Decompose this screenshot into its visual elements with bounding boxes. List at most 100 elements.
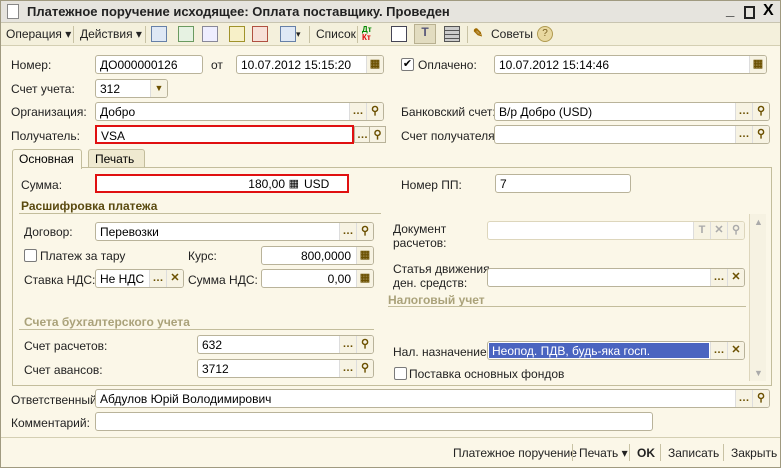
tips-icon[interactable]: ✎ [473,26,489,42]
print-menu[interactable]: Печать ▾ [579,446,628,460]
scroll-up-icon[interactable]: ▲ [754,217,763,227]
advance-input[interactable]: 3712… ⚲ [197,359,374,378]
cash-flow-label: Статья движения ден. средств: [393,262,490,290]
table-icon[interactable] [444,26,460,42]
vat-sum-input[interactable]: 0,00 ▦ [261,269,374,288]
settle-input[interactable]: 632… ⚲ [197,335,374,354]
calendar-icon[interactable]: ▦ [366,56,383,73]
bank-label: Банковский счет: [401,105,496,119]
recipient-label: Получатель: [11,129,80,143]
search-icon[interactable]: ⚲ [366,103,383,120]
pp-input[interactable]: 7 [495,174,631,193]
tips-button[interactable]: Советы [491,27,533,41]
payment-order-button[interactable]: Платежное поручение [453,446,577,460]
select-button[interactable]: … [710,269,727,286]
select-button[interactable]: … [149,270,166,287]
actions-menu[interactable]: Действия ▾ [80,27,142,41]
tare-checkbox[interactable] [24,249,37,262]
from-label: от [211,58,223,72]
account-select[interactable]: 312 ▼ [95,79,168,98]
sum-label: Сумма: [21,178,63,192]
tax-purpose-input[interactable]: Неопод. ПДВ, будь-яка госп.… ✕ [487,341,745,360]
responsible-input[interactable]: Абдулов Юрій Володимирович… ⚲ [95,389,770,408]
search-icon[interactable]: ⚲ [727,222,744,239]
ok-button[interactable]: OK [637,446,655,460]
based-on-icon[interactable] [280,26,296,42]
vertical-scrollbar[interactable]: ▲ ▼ [749,214,766,381]
toolbar: Операция ▾ Действия ▾ ▾ Список Дт Кт T ✎ … [1,23,780,46]
rate-input[interactable]: 800,0000 ▦ [261,246,374,265]
calendar-icon[interactable]: ▦ [749,56,766,73]
post-icon[interactable] [229,26,245,42]
number-label: Номер: [11,58,52,72]
select-button[interactable]: … [339,223,356,240]
search-icon[interactable]: ⚲ [356,336,373,353]
tab-main[interactable]: Основная [12,149,82,169]
breakdown-header: Расшифровка платежа [21,199,158,213]
dt-kt-icon[interactable]: Дт Кт [362,26,378,42]
number-input[interactable]: ДО000000126 [95,55,203,74]
minimize-button[interactable]: _ [726,2,734,19]
structure-icon[interactable]: T [414,24,436,44]
maximize-button[interactable] [744,6,755,19]
advance-label: Счет авансов: [24,363,103,377]
search-icon[interactable]: ⚲ [369,126,386,143]
select-button[interactable]: … [710,342,727,359]
bank-input[interactable]: В/р Добро (USD)… ⚲ [494,102,770,121]
calculator-icon[interactable]: ▦ [356,270,373,287]
window-title: Платежное поручение исходящее: Оплата по… [27,4,450,19]
comment-input[interactable] [95,412,653,431]
refresh-icon[interactable] [178,26,194,42]
copy-icon[interactable] [202,26,218,42]
operation-menu[interactable]: Операция ▾ [6,27,71,41]
list-button[interactable]: Список [316,27,356,41]
contract-label: Договор: [24,225,73,239]
save-button[interactable]: Записать [668,446,719,460]
select-button[interactable]: … [339,360,356,377]
unpost-icon[interactable] [252,26,268,42]
cash-flow-input[interactable]: … ✕ [487,268,745,287]
select-button[interactable]: … [735,126,752,143]
help-icon[interactable]: ? [537,26,553,42]
scroll-down-icon[interactable]: ▼ [754,368,763,378]
fixed-assets-checkbox[interactable] [394,367,407,380]
select-button[interactable]: … [735,390,752,407]
recipient-input[interactable]: VSA [95,125,354,144]
doc-input[interactable]: T ✕ ⚲ [487,221,745,240]
title-bar: Платежное поручение исходящее: Оплата по… [1,1,780,23]
clear-icon[interactable]: ✕ [727,269,744,286]
close-form-button[interactable]: Закрыть [731,446,777,460]
search-icon[interactable]: ⚲ [752,390,769,407]
search-icon[interactable]: ⚲ [752,103,769,120]
calculator-icon[interactable]: ▦ [289,177,299,190]
search-icon[interactable]: ⚲ [356,360,373,377]
search-icon[interactable]: ⚲ [356,223,373,240]
paid-checkbox[interactable]: ✔ [401,58,414,71]
clear-icon[interactable]: ✕ [166,270,183,287]
search-icon[interactable]: ⚲ [752,126,769,143]
vat-rate-input[interactable]: Не НДС… ✕ [95,269,184,288]
based-on-dropdown[interactable]: ▾ [296,29,301,40]
org-input[interactable]: Добро… ⚲ [95,102,384,121]
date-input[interactable]: 10.07.2012 15:15:20 ▦ [236,55,384,74]
select-button[interactable]: … [735,103,752,120]
currency: USD [304,177,330,191]
document-window: Платежное поручение исходящее: Оплата по… [0,0,781,468]
recipient-account-input[interactable]: … ⚲ [494,125,770,144]
post-and-close-icon[interactable] [151,26,167,42]
recipient-account-label: Счет получателя: [401,129,498,143]
clear-icon[interactable]: ✕ [727,342,744,359]
close-button[interactable]: X [763,2,774,20]
paid-date-input[interactable]: 10.07.2012 15:14:46 ▦ [494,55,767,74]
chevron-down-icon[interactable]: ▼ [150,80,167,97]
sum-input[interactable]: 180,00 ▦ USD [95,174,349,193]
type-icon[interactable]: T [693,222,710,239]
select-button[interactable]: … [339,336,356,353]
contract-input[interactable]: Перевозки… ⚲ [95,222,374,241]
select-button[interactable]: … [349,103,366,120]
tab-print[interactable]: Печать [88,149,145,168]
tax-header: Налоговый учет [388,293,485,307]
report-icon[interactable] [391,26,407,42]
clear-icon[interactable]: ✕ [710,222,727,239]
calculator-icon[interactable]: ▦ [356,247,373,264]
